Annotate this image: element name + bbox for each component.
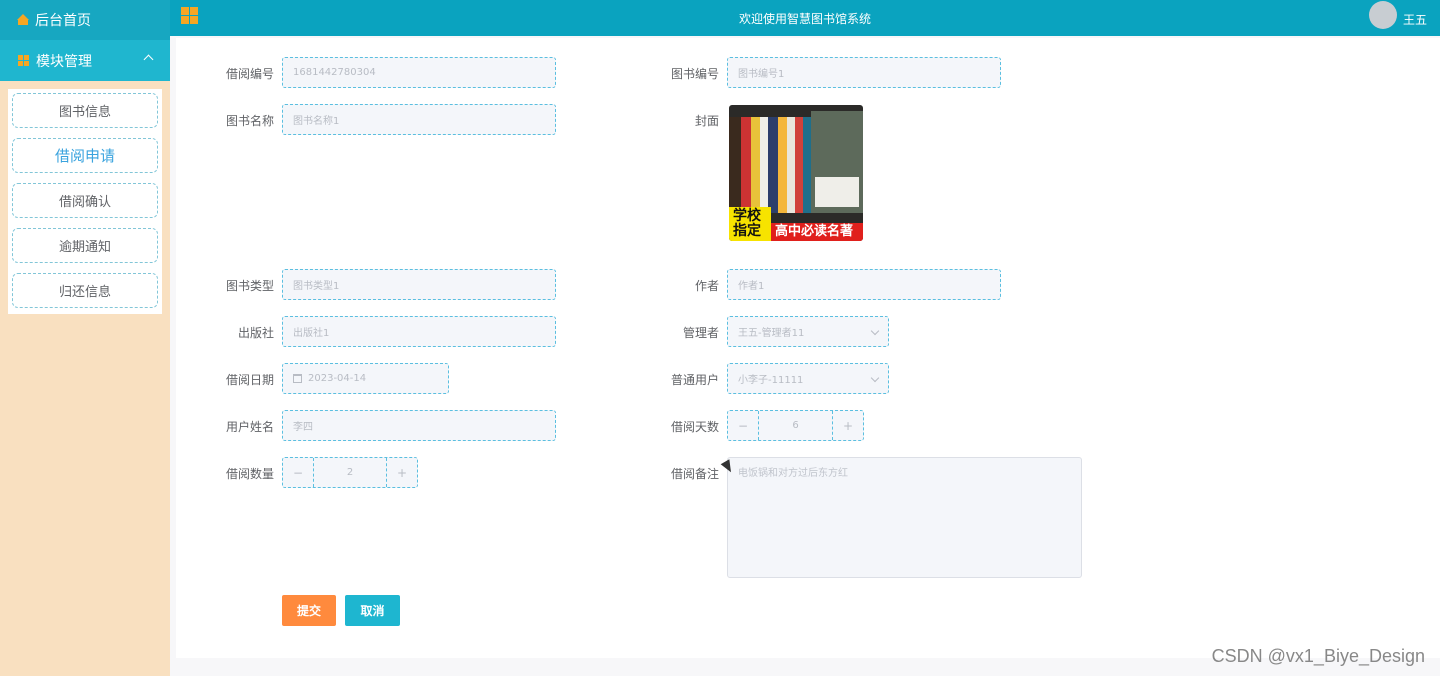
sidebar: 后台首页 模块管理 图书信息 借阅申请 借阅确认 逾期通知 归还信息	[0, 0, 170, 676]
sidebar-item-overdue-notice[interactable]: 逾期通知	[8, 224, 162, 269]
chevron-up-icon	[143, 54, 154, 65]
author-label: 作者	[694, 279, 719, 293]
chevron-down-icon	[870, 326, 880, 336]
calendar-icon	[293, 374, 302, 383]
module-icon	[18, 55, 29, 66]
sidebar-item-label: 借阅申请	[12, 138, 158, 173]
manager-value: 王五-管理者11	[738, 328, 805, 339]
decrement-button[interactable]: −	[283, 458, 314, 487]
user-value: 小李子-11111	[738, 375, 804, 386]
borrow-qty-value[interactable]: 2	[314, 458, 386, 487]
borrow-qty-stepper[interactable]: − 2 +	[282, 457, 418, 488]
sidebar-item-borrow-apply[interactable]: 借阅申请	[8, 134, 162, 179]
remark-value: 电饭锅和对方过后东方红	[738, 468, 848, 479]
sidebar-item-book-info[interactable]: 图书信息	[8, 89, 162, 134]
manager-label: 管理者	[682, 326, 719, 340]
user-name-value: 李四	[293, 422, 313, 433]
cancel-button[interactable]: 取消	[345, 595, 400, 626]
borrow-days-value[interactable]: 6	[759, 411, 832, 440]
increment-button[interactable]: +	[386, 458, 417, 487]
borrow-no-field[interactable]: 1681442780304	[282, 57, 556, 88]
increment-button[interactable]: +	[832, 411, 863, 440]
book-type-label: 图书类型	[225, 279, 274, 293]
top-bar: 欢迎使用智慧图书馆系统 王五	[170, 0, 1440, 36]
user-name-field[interactable]: 李四	[282, 410, 556, 441]
submit-button[interactable]: 提交	[282, 595, 336, 626]
publisher-field[interactable]: 出版社1	[282, 316, 556, 347]
manager-select[interactable]: 王五-管理者11	[727, 316, 889, 347]
sidebar-item-label: 逾期通知	[12, 228, 158, 263]
cover-image[interactable]: 学校指定 高中必读名著	[729, 105, 863, 241]
borrow-date-value: 2023-04-14	[308, 373, 367, 384]
avatar[interactable]	[1369, 1, 1397, 29]
sidebar-module-header[interactable]: 模块管理	[0, 40, 170, 81]
sidebar-home-label: 后台首页	[35, 13, 91, 29]
sidebar-item-return-info[interactable]: 归还信息	[8, 269, 162, 314]
book-name-label: 图书名称	[225, 114, 274, 128]
borrow-no-value: 1681442780304	[293, 67, 376, 78]
publisher-placeholder: 出版社1	[293, 328, 330, 339]
borrow-date-label: 借阅日期	[225, 373, 274, 387]
author-field[interactable]: 作者1	[727, 269, 1001, 300]
book-name-placeholder: 图书名称1	[293, 116, 340, 127]
remark-textarea[interactable]: 电饭锅和对方过后东方红	[727, 457, 1082, 578]
sidebar-item-borrow-confirm[interactable]: 借阅确认	[8, 179, 162, 224]
cover-band-right: 高中必读名著	[771, 223, 863, 241]
sidebar-item-label: 图书信息	[12, 93, 158, 128]
sidebar-item-label: 借阅确认	[12, 183, 158, 218]
page-title: 欢迎使用智慧图书馆系统	[738, 12, 871, 26]
book-type-field[interactable]: 图书类型1	[282, 269, 556, 300]
book-name-field[interactable]: 图书名称1	[282, 104, 556, 135]
borrow-days-label: 借阅天数	[670, 420, 719, 434]
book-type-placeholder: 图书类型1	[293, 281, 340, 292]
borrow-no-label: 借阅编号	[225, 67, 274, 81]
user-name-label: 用户姓名	[225, 420, 274, 434]
book-no-label: 图书编号	[670, 67, 719, 81]
user-label: 普通用户	[670, 373, 719, 387]
user-select[interactable]: 小李子-11111	[727, 363, 889, 394]
borrow-days-stepper[interactable]: − 6 +	[727, 410, 864, 441]
borrow-date-picker[interactable]: 2023-04-14	[282, 363, 449, 394]
home-icon	[17, 14, 29, 25]
decrement-button[interactable]: −	[728, 411, 759, 440]
sidebar-item-label: 归还信息	[12, 273, 158, 308]
sidebar-home[interactable]: 后台首页	[0, 0, 170, 40]
sidebar-module-label: 模块管理	[36, 53, 92, 70]
borrow-qty-label: 借阅数量	[225, 467, 274, 481]
book-no-placeholder: 图书编号1	[738, 69, 785, 80]
book-no-field[interactable]: 图书编号1	[727, 57, 1001, 88]
cover-label: 封面	[694, 114, 719, 128]
author-placeholder: 作者1	[738, 281, 765, 292]
watermark: CSDN @vx1_Biye_Design	[1211, 646, 1425, 666]
remark-label: 借阅备注	[670, 467, 719, 481]
chevron-down-icon	[870, 373, 880, 383]
publisher-label: 出版社	[237, 326, 274, 340]
sidebar-menu: 图书信息 借阅申请 借阅确认 逾期通知 归还信息	[0, 81, 170, 314]
cover-band-left: 学校指定	[729, 207, 771, 241]
username[interactable]: 王五	[1403, 11, 1427, 28]
